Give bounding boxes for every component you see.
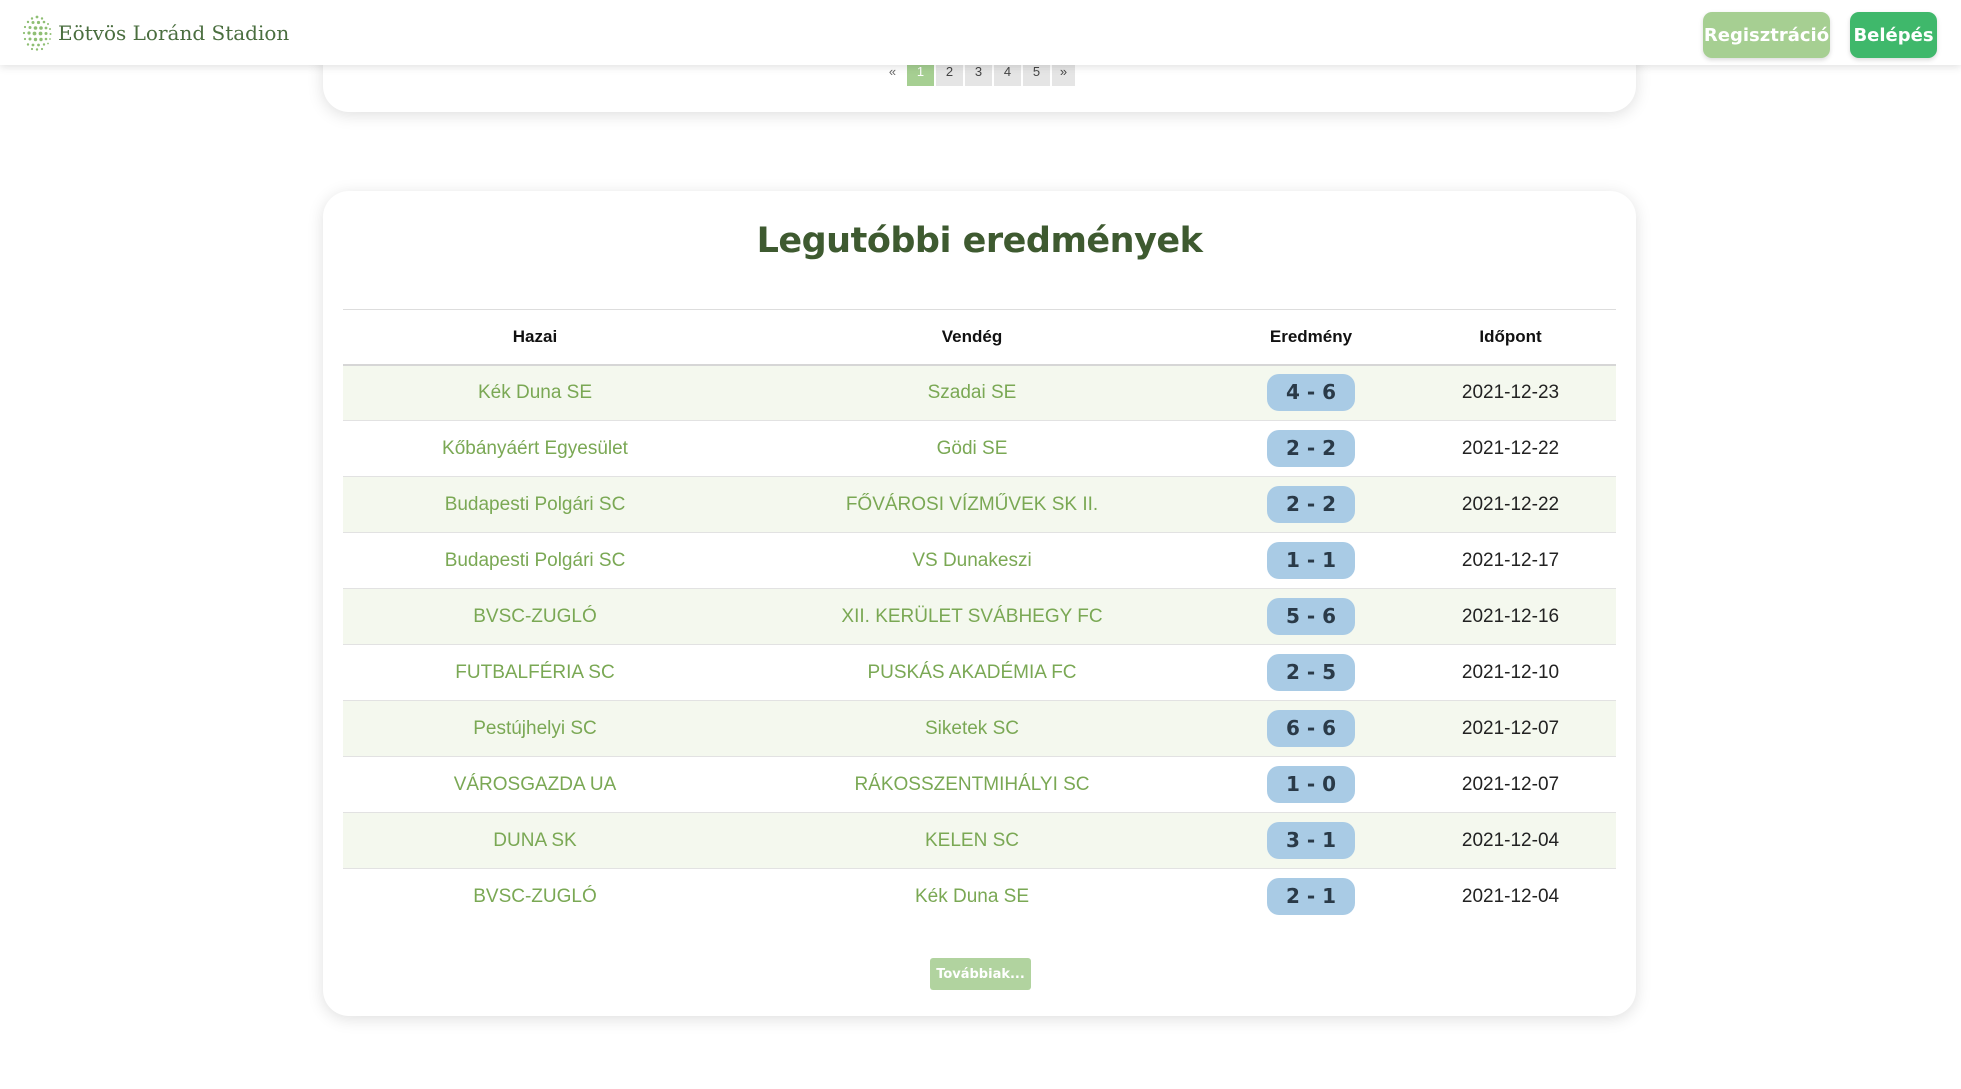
table-row: VÁROSGAZDA UA RÁKOSSZENTMIHÁLYI SC 1 - 0… [343, 757, 1616, 813]
score-badge: 4 - 6 [1267, 374, 1355, 412]
column-header-score: Eredmény [1269, 326, 1353, 346]
away-team-link[interactable]: XII. KERÜLET SVÁBHEGY FC [841, 606, 1102, 627]
brand[interactable]: Eötvös Loránd Stadion [20, 13, 289, 53]
table-row: FUTBALFÉRIA SC PUSKÁS AKADÉMIA FC 2 - 5 … [343, 645, 1616, 701]
match-date: 2021-12-23 [1461, 381, 1560, 403]
away-team-link[interactable]: Szadai SE [928, 382, 1017, 403]
more-results-button[interactable]: Továbbiak... [930, 958, 1031, 990]
table-row: DUNA SK KELEN SC 3 - 1 2021-12-04 [343, 812, 1616, 869]
home-team-link[interactable]: BVSC-ZUGLÓ [473, 886, 597, 907]
globe-dots-logo-icon [22, 15, 52, 51]
home-team-link[interactable]: DUNA SK [493, 830, 576, 851]
table-row: Pestújhelyi SC Siketek SC 6 - 6 2021-12-… [343, 700, 1616, 757]
score-badge: 2 - 2 [1267, 430, 1355, 467]
score-badge: 6 - 6 [1267, 710, 1355, 747]
home-team-link[interactable]: Budapesti Polgári SC [445, 494, 626, 515]
score-badge: 1 - 0 [1267, 766, 1355, 803]
column-header-date: Időpont [1479, 326, 1542, 346]
match-date: 2021-12-17 [1461, 549, 1560, 571]
score-badge: 5 - 6 [1267, 598, 1355, 635]
home-team-link[interactable]: VÁROSGAZDA UA [454, 774, 617, 795]
home-team-link[interactable]: BVSC-ZUGLÓ [473, 606, 597, 627]
match-date: 2021-12-07 [1461, 773, 1560, 795]
away-team-link[interactable]: Kék Duna SE [915, 886, 1029, 907]
away-team-link[interactable]: KELEN SC [925, 830, 1019, 851]
away-team-link[interactable]: RÁKOSSZENTMIHÁLYI SC [854, 774, 1089, 795]
score-badge: 3 - 1 [1267, 822, 1355, 859]
table-header-row: Hazai Vendég Eredmény Időpont [343, 309, 1616, 365]
table-row: Budapesti Polgári SC FŐVÁROSI VÍZMŰVEK S… [343, 476, 1616, 533]
away-team-link[interactable]: PUSKÁS AKADÉMIA FC [867, 662, 1076, 683]
login-button[interactable]: Belépés [1850, 12, 1937, 58]
home-team-link[interactable]: Pestújhelyi SC [473, 718, 597, 739]
column-header-away: Vendég [941, 326, 1003, 346]
brand-name: Eötvös Loránd Stadion [58, 21, 290, 45]
match-date: 2021-12-10 [1461, 661, 1560, 683]
match-date: 2021-12-07 [1461, 717, 1560, 739]
match-date: 2021-12-04 [1461, 885, 1560, 907]
table-row: Kőbányáért Egyesület Gödi SE 2 - 2 2021-… [343, 421, 1616, 477]
away-team-link[interactable]: Siketek SC [925, 718, 1019, 739]
score-badge: 2 - 5 [1267, 654, 1355, 691]
home-team-link[interactable]: FUTBALFÉRIA SC [455, 662, 614, 683]
results-title: Legutóbbi eredmények [756, 221, 1203, 261]
home-team-link[interactable]: Kőbányáért Egyesület [442, 438, 628, 459]
recent-results-card: Legutóbbi eredmények Hazai Vendég Eredmé… [323, 191, 1636, 1016]
column-header-home: Hazai [512, 326, 558, 346]
away-team-link[interactable]: VS Dunakeszi [912, 550, 1031, 571]
score-badge: 2 - 1 [1267, 878, 1355, 916]
match-date: 2021-12-04 [1461, 829, 1560, 851]
results-table: Hazai Vendég Eredmény Időpont Kék Duna S… [343, 309, 1616, 925]
away-team-link[interactable]: FŐVÁROSI VÍZMŰVEK SK II. [846, 494, 1098, 515]
match-date: 2021-12-16 [1461, 605, 1560, 627]
table-row: BVSC-ZUGLÓ XII. KERÜLET SVÁBHEGY FC 5 - … [343, 588, 1616, 645]
register-button[interactable]: Regisztráció [1703, 12, 1830, 58]
match-date: 2021-12-22 [1461, 437, 1560, 459]
score-badge: 1 - 1 [1267, 542, 1355, 579]
table-row: Budapesti Polgári SC VS Dunakeszi 1 - 1 … [343, 533, 1616, 589]
score-badge: 2 - 2 [1267, 486, 1355, 523]
match-date: 2021-12-22 [1461, 493, 1560, 515]
home-team-link[interactable]: Kék Duna SE [478, 382, 592, 403]
table-row: Kék Duna SE Szadai SE 4 - 6 2021-12-23 [343, 364, 1616, 421]
home-team-link[interactable]: Budapesti Polgári SC [445, 550, 626, 571]
top-navbar: Eötvös Loránd Stadion Regisztráció Belép… [0, 0, 1961, 65]
away-team-link[interactable]: Gödi SE [937, 438, 1008, 459]
table-row: BVSC-ZUGLÓ Kék Duna SE 2 - 1 2021-12-04 [343, 868, 1616, 925]
